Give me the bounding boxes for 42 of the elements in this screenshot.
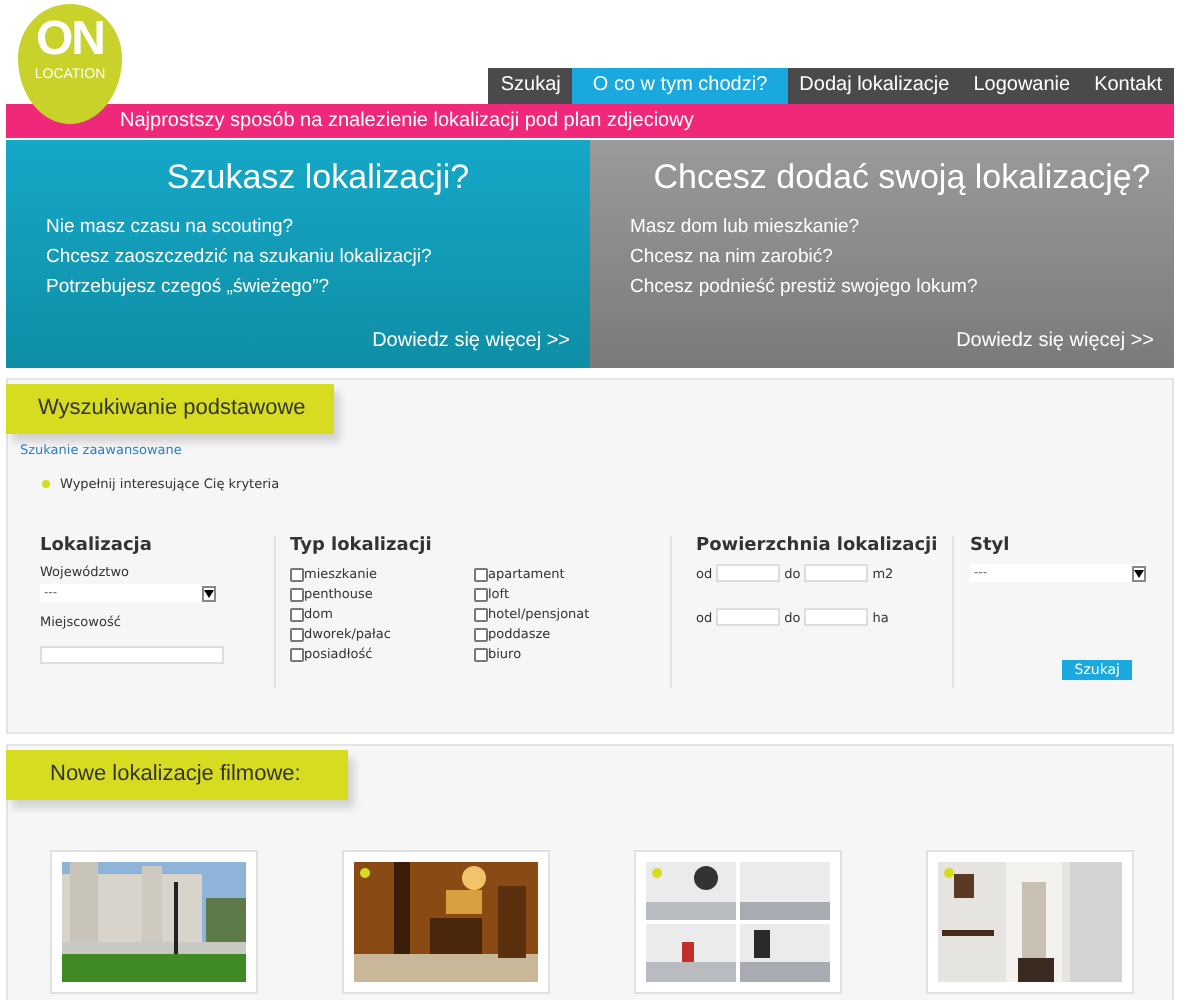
section-ribbon: Nowe lokalizacje filmowe: [6, 750, 349, 800]
checkbox[interactable] [474, 627, 488, 641]
hero-title: Chcesz dodać swoją lokalizację? [651, 156, 1153, 200]
city-field[interactable] [40, 646, 224, 664]
column-heading: Typ lokalizacji [290, 536, 434, 556]
nav-tab[interactable]: Dodaj lokalizacje [787, 68, 962, 104]
hero-question: Chcesz na nim zarobić? [630, 244, 835, 272]
dropdown-arrow-icon [1132, 565, 1146, 581]
location-card[interactable] [634, 850, 842, 994]
checkbox[interactable] [474, 567, 488, 581]
checkbox[interactable] [474, 647, 488, 661]
hero-title: Szukasz lokalizacji? [164, 156, 472, 200]
checkbox[interactable] [474, 587, 488, 601]
nav-tab[interactable]: Kontakt [1082, 68, 1174, 104]
checkbox[interactable] [290, 647, 304, 661]
hero-question: Chcesz zaoszczedzić na szukaniu lokalizacji? [46, 244, 434, 272]
nav-tab[interactable]: Logowanie [961, 68, 1083, 104]
column-heading: Styl [970, 536, 1012, 556]
area-to-field[interactable] [804, 608, 869, 626]
more-link[interactable]: Dowiedz się więcej >> [956, 330, 1154, 352]
dropdown-arrow-icon [202, 585, 216, 601]
checkbox[interactable] [474, 607, 488, 621]
area-to-field[interactable] [804, 564, 869, 582]
hero-question: Potrzebujesz czegoś „świeżego”? [46, 274, 332, 302]
more-link[interactable]: Dowiedz się więcej >> [372, 330, 570, 352]
checkbox[interactable] [290, 587, 304, 601]
hero-question: Nie masz czasu na scouting? [46, 214, 296, 242]
checkbox[interactable] [290, 627, 304, 641]
tagline: Najprostszy sposób na znalezienie lokalizacji pod plan zdjeciowy [120, 108, 694, 136]
hero-question: Masz dom lub mieszkanie? [630, 214, 862, 242]
section-ribbon: Wyszukiwanie podstawowe [6, 384, 334, 434]
column-heading: Lokalizacja [40, 536, 154, 556]
location-card[interactable] [926, 850, 1134, 994]
bullet-icon [42, 480, 50, 488]
hero-question: Chcesz podnieść prestiż swojego lokum? [630, 274, 980, 302]
checkbox[interactable] [290, 607, 304, 621]
column-heading: Powierzchnia lokalizacji [696, 536, 940, 556]
checkbox[interactable] [290, 567, 304, 581]
nav-tab[interactable]: Szukaj [488, 68, 573, 104]
area-from-field[interactable] [716, 564, 781, 582]
location-card[interactable] [342, 850, 550, 994]
area-from-field[interactable] [716, 608, 781, 626]
